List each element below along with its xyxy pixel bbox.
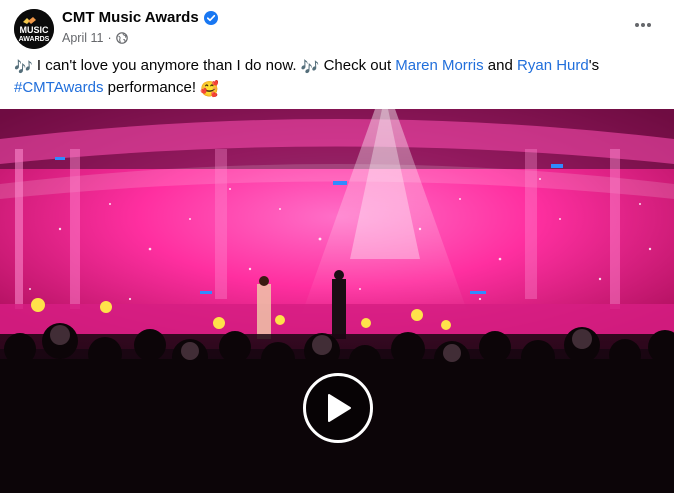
play-icon bbox=[328, 394, 351, 422]
mention-ryan-hurd[interactable]: Ryan Hurd bbox=[517, 57, 589, 74]
message-text-2: Check out bbox=[319, 57, 396, 74]
facebook-post: MUSIC AWARDS CMT Music Awards April 11 · bbox=[0, 0, 674, 493]
message-text-1: I can't love you anymore than I do now. bbox=[32, 57, 301, 74]
post-meta: April 11 · bbox=[62, 31, 128, 45]
play-button[interactable] bbox=[303, 373, 373, 443]
smiling-face-hearts-emoji: 🥰 bbox=[200, 81, 219, 98]
page-name[interactable]: CMT Music Awards bbox=[62, 9, 199, 26]
hashtag-cmtawards[interactable]: #CMTAwards bbox=[14, 79, 103, 96]
more-options-icon bbox=[635, 23, 651, 27]
page-name-link[interactable]: CMT Music Awards bbox=[62, 9, 218, 26]
globe-icon[interactable] bbox=[115, 32, 128, 44]
page-avatar[interactable]: MUSIC AWARDS bbox=[14, 9, 54, 49]
avatar-logo-line-2: AWARDS bbox=[19, 36, 50, 43]
mention-maren-morris[interactable]: Maren Morris bbox=[395, 57, 483, 74]
avatar-logo-line-1: MUSIC bbox=[20, 25, 50, 35]
more-options-button[interactable] bbox=[626, 11, 660, 39]
message-text-3: performance! bbox=[103, 79, 201, 96]
musical-notes-emoji: 🎶 bbox=[14, 59, 33, 76]
post-header: MUSIC AWARDS CMT Music Awards April 11 · bbox=[0, 0, 674, 56]
meta-separator: · bbox=[107, 31, 112, 45]
post-message: 🎶 I can't love you anymore than I do now… bbox=[14, 56, 654, 100]
verified-badge-icon bbox=[203, 10, 218, 25]
video-player[interactable] bbox=[0, 109, 674, 493]
message-text-and: and bbox=[483, 57, 518, 74]
cmt-logo-icon: MUSIC AWARDS bbox=[14, 9, 54, 49]
message-text-possessive: 's bbox=[588, 57, 600, 74]
post-date[interactable]: April 11 bbox=[62, 31, 103, 45]
musical-notes-emoji-2: 🎶 bbox=[300, 59, 320, 76]
